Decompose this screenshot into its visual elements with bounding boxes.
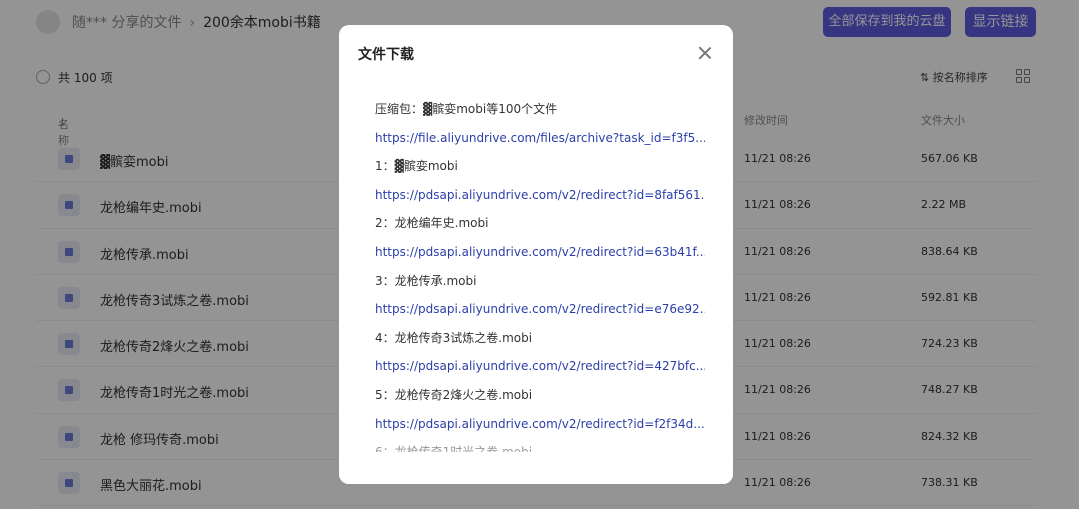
download-list[interactable]: 压缩包：▓髌娈mobi等100个文件 https://file.aliyundri… (375, 95, 705, 452)
file-label: 1：▓髌娈mobi (375, 159, 458, 174)
file-label: 5：龙枪传奇2烽火之卷.mobi (375, 387, 533, 402)
close-icon[interactable] (697, 45, 713, 61)
download-link[interactable]: https://pdsapi.aliyundrive.com/v2/redire… (375, 238, 705, 267)
download-dialog: 文件下载 压缩包：▓髌娈mobi等100个文件 https://file.aliy… (339, 25, 733, 484)
dialog-title: 文件下载 (358, 47, 414, 63)
file-label: 2：龙枪编年史.mobi (375, 216, 489, 231)
file-label: 4：龙枪传奇3试炼之卷.mobi (375, 330, 533, 345)
download-link[interactable]: https://file.aliyundrive.com/files/archi… (375, 124, 705, 153)
download-link[interactable]: https://pdsapi.aliyundrive.com/v2/redire… (375, 295, 705, 324)
file-label: 3：龙枪传承.mobi (375, 273, 477, 288)
file-label: 压缩包：▓髌娈mobi等100个文件 (375, 102, 558, 116)
download-link[interactable]: https://pdsapi.aliyundrive.com/v2/redire… (375, 352, 705, 381)
download-link[interactable]: https://pdsapi.aliyundrive.com/v2/redire… (375, 181, 705, 210)
fade-overlay (339, 434, 733, 484)
